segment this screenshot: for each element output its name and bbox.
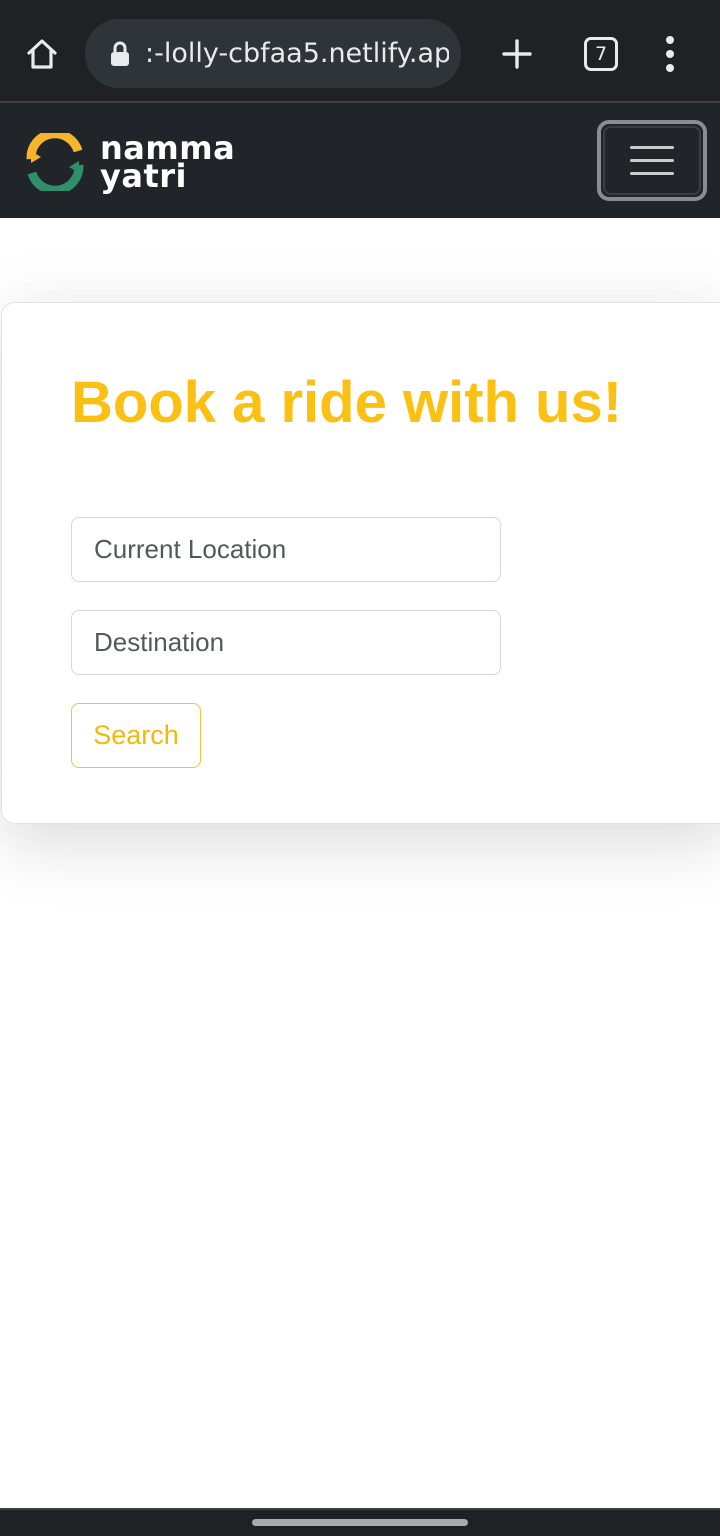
more-options-icon[interactable] bbox=[650, 30, 690, 78]
browser-toolbar: :-lolly-cbfaa5.netlify.app 7 bbox=[0, 0, 720, 103]
search-button[interactable]: Search bbox=[71, 703, 201, 768]
lock-icon bbox=[109, 41, 131, 67]
brand-name: namma yatri bbox=[100, 132, 235, 192]
booking-title: Book a ride with us! bbox=[71, 370, 623, 435]
namma-yatri-logo-icon bbox=[26, 133, 84, 191]
url-text: :-lolly-cbfaa5.netlify.app bbox=[145, 38, 449, 69]
tab-switcher-button[interactable]: 7 bbox=[584, 37, 618, 71]
brand-logo[interactable]: namma yatri bbox=[26, 127, 235, 197]
home-icon[interactable] bbox=[18, 32, 66, 76]
new-tab-plus-icon[interactable] bbox=[493, 30, 541, 78]
current-location-input[interactable] bbox=[71, 517, 501, 582]
hamburger-menu-icon[interactable] bbox=[603, 126, 701, 195]
home-gesture-handle[interactable] bbox=[252, 1519, 468, 1526]
address-bar[interactable]: :-lolly-cbfaa5.netlify.app bbox=[85, 19, 461, 88]
destination-input[interactable] bbox=[71, 610, 501, 675]
